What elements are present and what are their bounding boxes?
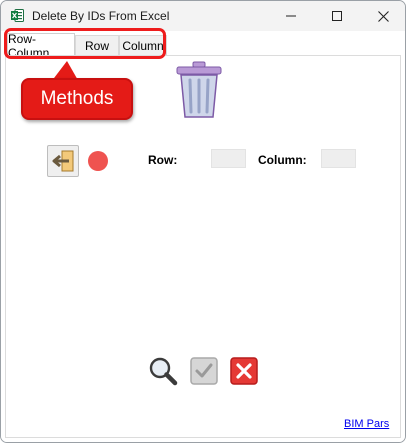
maximize-icon [332,11,342,21]
confirm-button[interactable] [188,355,220,387]
trash-icon [176,61,222,118]
status-indicator [88,151,108,171]
maximize-button[interactable] [314,1,360,31]
import-arrow-icon [52,150,74,172]
excel-icon [11,9,24,22]
bim-pars-link[interactable]: BIM Pars [344,418,389,430]
row-label: Row: [148,153,178,167]
column-field[interactable] [321,149,356,168]
methods-callout: Methods [21,78,133,120]
import-excel-button[interactable] [47,145,79,177]
minimize-button[interactable] [268,1,314,31]
callout-text: Methods [40,88,114,109]
row-field[interactable] [211,149,246,168]
close-button[interactable] [360,1,405,31]
search-button[interactable] [147,355,179,387]
check-icon [190,357,218,385]
search-icon [149,357,178,386]
window-title: Delete By IDs From Excel [32,9,170,23]
column-label: Column: [258,153,307,167]
title-bar: Delete By IDs From Excel [1,1,405,31]
tabs-highlight-box [4,28,166,59]
minimize-icon [286,15,296,17]
cancel-button[interactable] [228,355,260,387]
close-icon [377,10,389,22]
cancel-icon [230,357,258,385]
